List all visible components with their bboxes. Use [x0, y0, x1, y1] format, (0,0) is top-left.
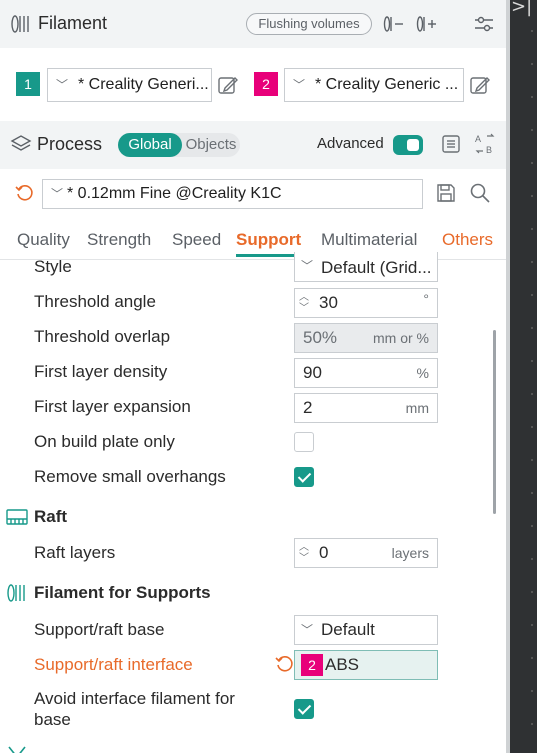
- process-preset-combo[interactable]: ﹀ * 0.12mm Fine @Creality K1C: [42, 179, 423, 209]
- filament-icon: [10, 13, 32, 35]
- threshold-angle-input[interactable]: ︿ ﹀ 30 °: [294, 288, 438, 318]
- avoid-interface-label-line1: Avoid interface filament for: [34, 689, 235, 708]
- style-combo[interactable]: ﹀ Default (Grid...: [294, 252, 438, 282]
- grid-tick: [531, 657, 533, 659]
- grid-tick: [531, 525, 533, 527]
- viewport-edge: >|: [506, 0, 537, 753]
- support-raft-interface-combo[interactable]: 2 ABS: [294, 650, 438, 680]
- flushing-volumes-button[interactable]: Flushing volumes: [246, 13, 372, 35]
- tab-multimaterial[interactable]: Multimaterial: [321, 230, 417, 250]
- process-layers-icon: [10, 133, 32, 155]
- settings-sliders-icon[interactable]: [473, 13, 495, 40]
- chevron-down-icon: ﹀: [301, 623, 314, 637]
- bracket-icon: >|: [511, 0, 533, 17]
- grid-tick: [531, 426, 533, 428]
- grid-tick: [531, 492, 533, 494]
- svg-text:B: B: [486, 145, 492, 155]
- process-header: Process: [0, 121, 506, 169]
- grid-tick: [531, 591, 533, 593]
- support-raft-interface-label: Support/raft interface: [34, 655, 193, 674]
- filament-header: Filament Flushing volumes: [0, 0, 506, 48]
- raft-icon: [6, 506, 28, 528]
- grid-tick: [531, 360, 533, 362]
- scope-global-option[interactable]: Global: [118, 133, 182, 157]
- remove-small-overhangs-label: Remove small overhangs: [34, 467, 226, 486]
- grid-tick: [531, 162, 533, 164]
- tab-others[interactable]: Others: [442, 230, 493, 250]
- threshold-angle-label: Threshold angle: [34, 292, 156, 311]
- chevron-down-icon: ﹀: [301, 259, 314, 273]
- filament-title: Filament: [38, 13, 108, 33]
- edit-icon[interactable]: [469, 74, 491, 101]
- on-build-plate-only-label: On build plate only: [34, 432, 175, 451]
- advanced-switch[interactable]: [393, 135, 423, 155]
- spin-arrows-icon[interactable]: ︿ ﹀: [299, 542, 309, 564]
- advanced-label: Advanced: [317, 135, 384, 152]
- grid-tick: [531, 228, 533, 230]
- threshold-overlap-input[interactable]: 50% mm or %: [294, 323, 438, 353]
- compare-icon[interactable]: AB: [474, 133, 496, 160]
- filament-slot-1-combo[interactable]: ﹀ * Creality Generi...: [47, 68, 212, 102]
- grid-tick: [531, 294, 533, 296]
- grid-tick: [531, 558, 533, 560]
- remove-small-overhangs-checkbox[interactable]: [294, 467, 314, 487]
- grid-tick: [531, 129, 533, 131]
- search-icon[interactable]: [469, 182, 491, 209]
- threshold-overlap-label: Threshold overlap: [34, 327, 171, 346]
- tab-support[interactable]: Support: [236, 230, 301, 250]
- scope-objects-option[interactable]: Objects: [182, 133, 240, 157]
- spin-arrows-icon[interactable]: ︿ ﹀: [299, 292, 309, 314]
- tab-quality[interactable]: Quality: [17, 230, 70, 250]
- filament-support-icon: [6, 582, 28, 604]
- first-layer-expansion-label: First layer expansion: [34, 397, 191, 416]
- scrollbar-thumb[interactable]: [493, 330, 496, 514]
- process-title: Process: [37, 134, 103, 154]
- grid-tick: [531, 261, 533, 263]
- grid-tick: [531, 195, 533, 197]
- chevron-down-icon: ﹀: [51, 187, 64, 201]
- first-layer-expansion-input[interactable]: 2 mm: [294, 393, 438, 423]
- filament-slot-2-combo[interactable]: ﹀ * Creality Generic ...: [284, 68, 464, 102]
- list-icon[interactable]: [441, 134, 461, 159]
- avoid-interface-label-line2: base: [34, 710, 71, 729]
- sidebar-panel: Filament Flushing volumes 1 ﹀ * Creality…: [0, 0, 506, 753]
- filament-2-badge: 2: [301, 654, 323, 676]
- edit-icon[interactable]: [217, 74, 239, 101]
- grid-tick: [531, 459, 533, 461]
- chevron-down-icon: ﹀: [56, 78, 69, 92]
- save-icon[interactable]: [436, 183, 456, 208]
- reset-icon[interactable]: [275, 654, 295, 679]
- grid-tick: [531, 96, 533, 98]
- style-label: Style: [34, 257, 72, 276]
- add-filament-icon[interactable]: [416, 13, 438, 40]
- grid-tick: [531, 723, 533, 725]
- support-raft-base-label: Support/raft base: [34, 620, 165, 639]
- raft-layers-input[interactable]: ︿ ﹀ 0 layers: [294, 538, 438, 568]
- support-raft-base-combo[interactable]: ﹀ Default: [294, 615, 438, 645]
- grid-tick: [531, 624, 533, 626]
- grid-tick: [531, 690, 533, 692]
- filament-slot-1-badge: 1: [16, 72, 40, 96]
- grid-tick: [531, 63, 533, 65]
- grid-tick: [531, 393, 533, 395]
- tab-speed[interactable]: Speed: [172, 230, 221, 250]
- first-layer-density-input[interactable]: 90 %: [294, 358, 438, 388]
- filament-for-supports-title: Filament for Supports: [34, 583, 211, 602]
- raft-group-title: Raft: [34, 507, 68, 526]
- reset-icon[interactable]: [15, 183, 35, 208]
- raft-layers-label: Raft layers: [34, 543, 116, 562]
- on-build-plate-only-checkbox[interactable]: [294, 432, 314, 452]
- chevron-down-icon: ﹀: [293, 78, 306, 92]
- tab-strength[interactable]: Strength: [87, 230, 151, 250]
- svg-text:A: A: [475, 134, 481, 144]
- avoid-interface-checkbox[interactable]: [294, 699, 314, 719]
- first-layer-density-label: First layer density: [34, 362, 168, 381]
- next-section-icon: [6, 744, 28, 753]
- panel-divider: [506, 0, 510, 753]
- grid-tick: [531, 327, 533, 329]
- scope-toggle[interactable]: Global Objects: [118, 133, 240, 157]
- remove-filament-icon[interactable]: [383, 13, 405, 40]
- grid-tick: [531, 30, 533, 32]
- filament-slot-2-badge: 2: [254, 72, 278, 96]
